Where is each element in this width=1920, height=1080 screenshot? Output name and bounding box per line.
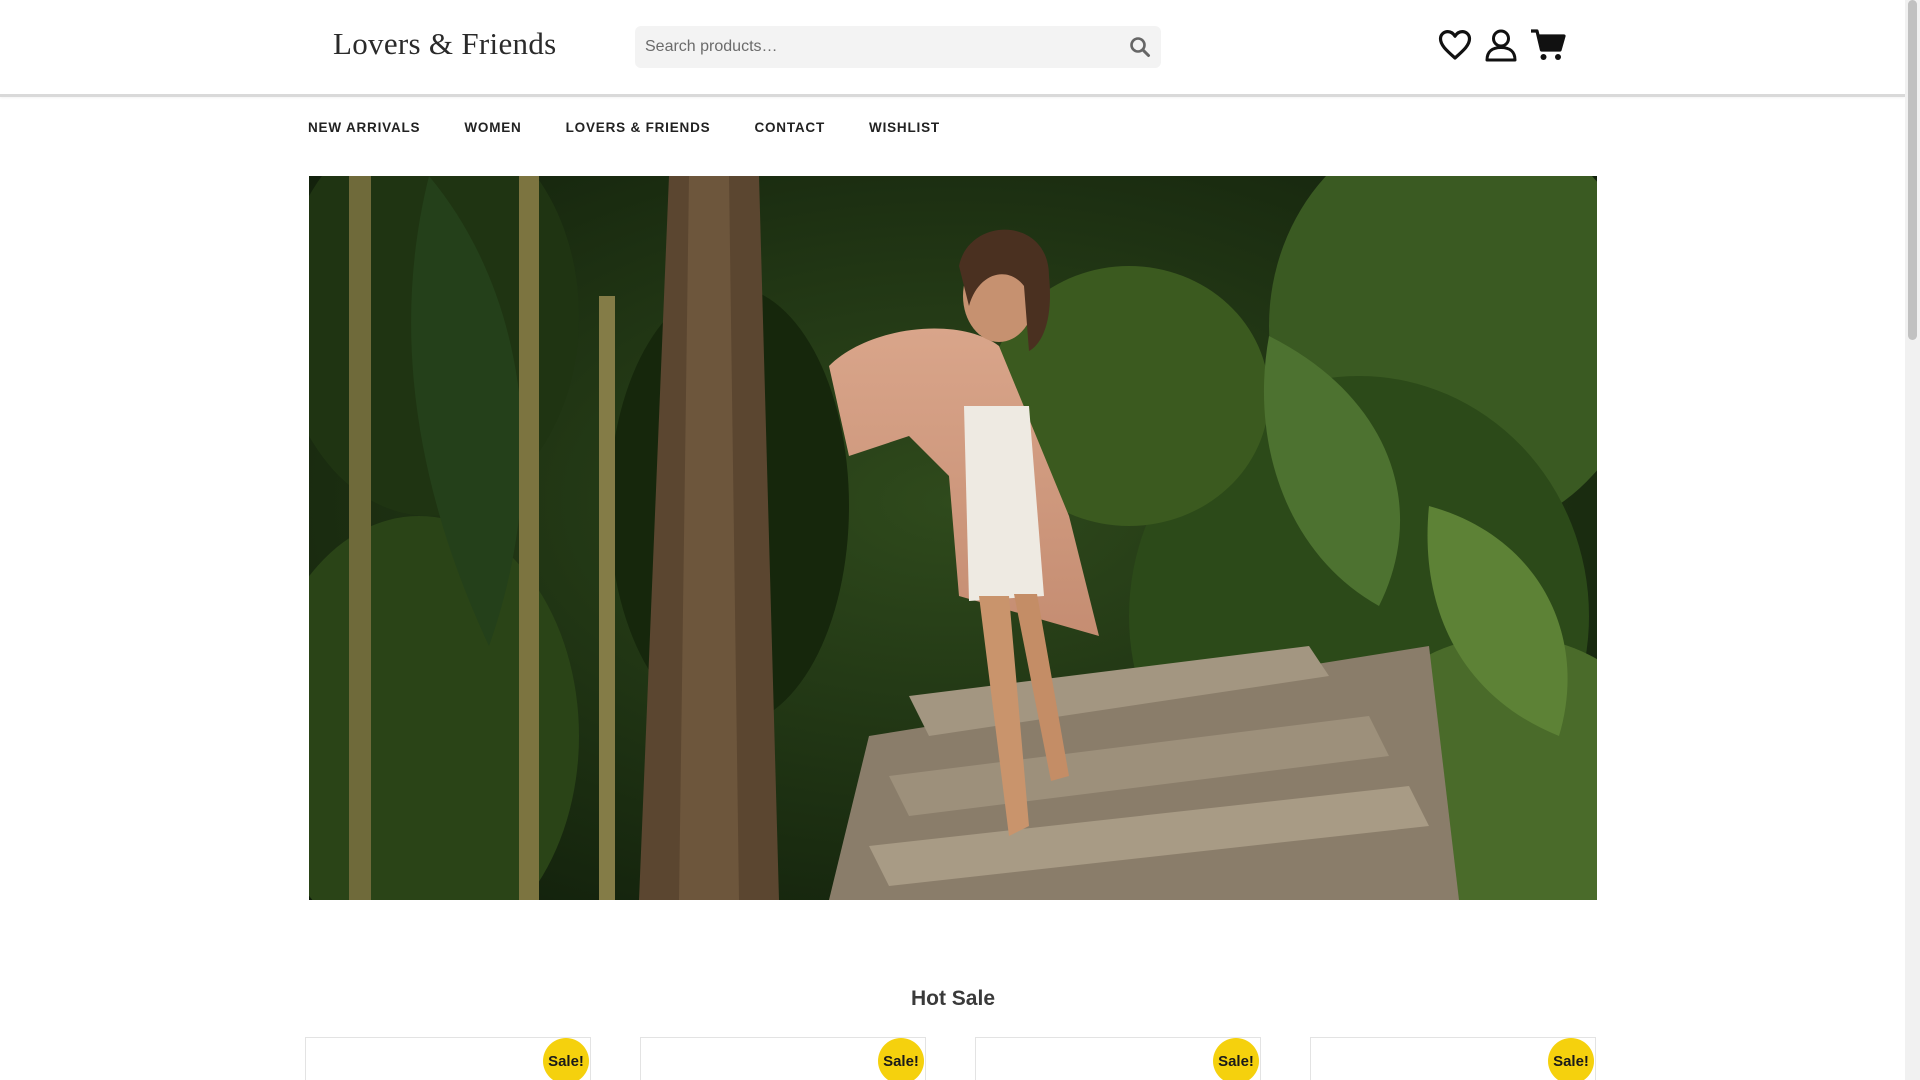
product-search-form bbox=[635, 26, 1161, 68]
search-input[interactable] bbox=[635, 26, 1105, 68]
hero-banner[interactable] bbox=[309, 176, 1597, 900]
search-icon bbox=[1130, 37, 1150, 57]
sale-badge: Sale! bbox=[1548, 1038, 1594, 1080]
account-button[interactable] bbox=[1482, 26, 1520, 64]
page: Lovers & Friends Search products… NEW AR… bbox=[0, 0, 1905, 1080]
cart-icon bbox=[1531, 29, 1566, 60]
sale-badge: Sale! bbox=[878, 1038, 924, 1080]
sale-badge: Sale! bbox=[1213, 1038, 1259, 1080]
site-header: Lovers & Friends bbox=[0, 0, 1905, 97]
heart-icon bbox=[1438, 30, 1472, 60]
scrollbar-thumb[interactable] bbox=[1908, 0, 1917, 340]
nav-item-new-arrivals[interactable]: NEW ARRIVALS bbox=[308, 116, 420, 139]
search-button[interactable] bbox=[1125, 32, 1155, 62]
sale-badge: Sale! bbox=[543, 1038, 589, 1080]
nav-item-lovers-friends[interactable]: LOVERS & FRIENDS bbox=[566, 116, 711, 139]
site-logo[interactable]: Lovers & Friends bbox=[333, 26, 557, 62]
nav-item-contact[interactable]: CONTACT bbox=[754, 116, 825, 139]
cart-button[interactable] bbox=[1529, 26, 1567, 64]
nav-item-wishlist[interactable]: WISHLIST bbox=[869, 116, 940, 139]
main-nav: NEW ARRIVALS WOMEN LOVERS & FRIENDS CONT… bbox=[308, 107, 984, 147]
hot-sale-heading: Hot Sale bbox=[910, 987, 996, 1011]
nav-item-women[interactable]: WOMEN bbox=[464, 116, 521, 139]
hero-photo bbox=[309, 176, 1597, 900]
wishlist-button[interactable] bbox=[1436, 26, 1474, 64]
user-icon bbox=[1485, 29, 1517, 62]
page-scrollbar[interactable] bbox=[1905, 0, 1920, 1080]
